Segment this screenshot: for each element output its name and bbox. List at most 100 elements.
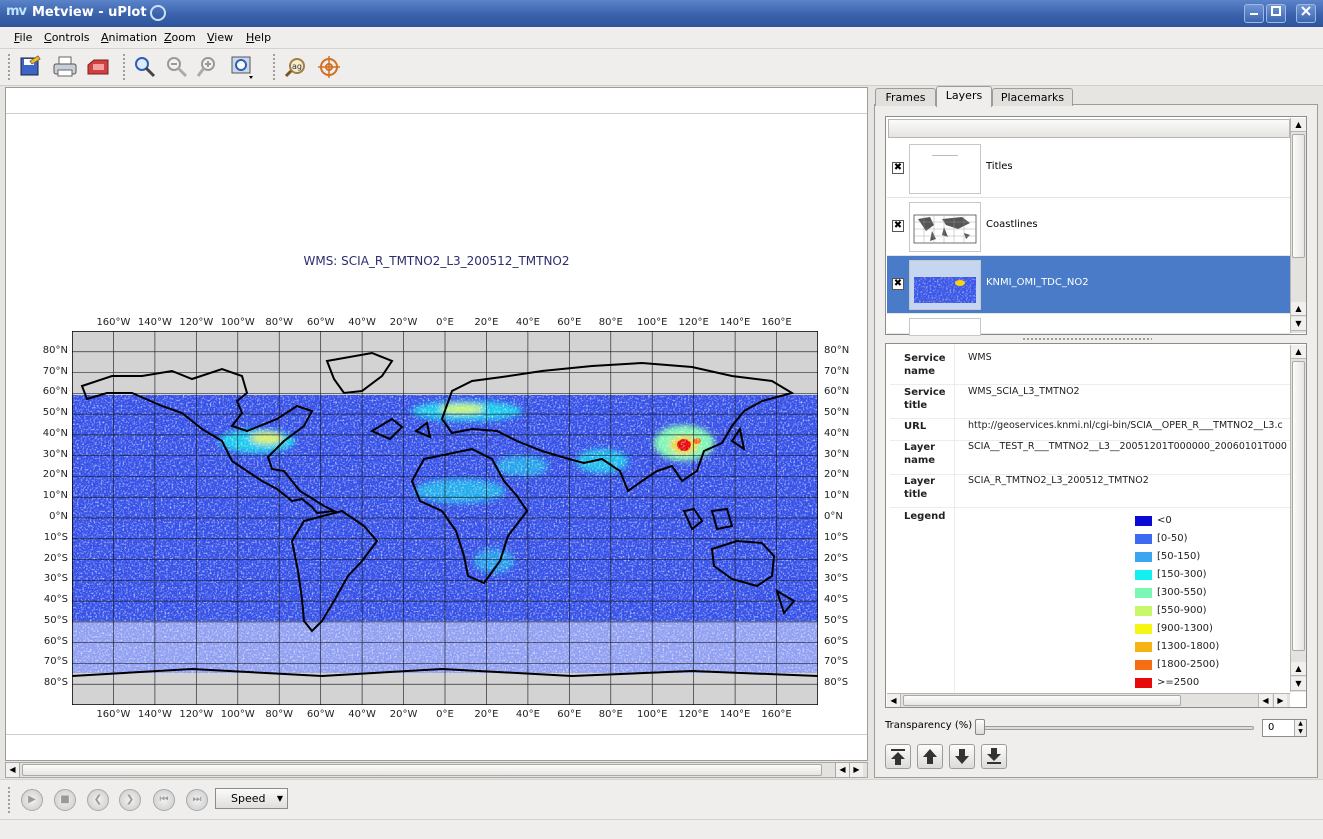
scroll-down-button[interactable]: ▼ bbox=[1291, 317, 1306, 331]
info-vertical-scrollbar[interactable]: ▲ ▲ ▼ bbox=[1290, 345, 1306, 692]
plot-view[interactable]: WMS: SCIA_R_TMTNO2_L3_200512_TMTNO2 160°… bbox=[5, 87, 868, 761]
world-map[interactable] bbox=[72, 331, 818, 705]
spin-up-button[interactable]: ▲ bbox=[1294, 720, 1306, 728]
scroll-right-button[interactable]: ▶ bbox=[849, 763, 863, 777]
transparency-slider-handle[interactable] bbox=[975, 719, 985, 735]
scroll-up-button[interactable]: ▲ bbox=[1291, 302, 1306, 316]
maximize-button[interactable] bbox=[1266, 4, 1286, 23]
save-button[interactable] bbox=[18, 55, 44, 79]
arrow-down-icon bbox=[955, 749, 969, 764]
scroll-down-button[interactable]: ▼ bbox=[1291, 677, 1306, 691]
lat-label-right: 80°N bbox=[824, 344, 850, 356]
transparency-spinbox[interactable]: 0 ▲ ▼ bbox=[1262, 719, 1307, 737]
title-bar: mv Metview - uPlot bbox=[0, 0, 1323, 27]
cursor-data-button[interactable] bbox=[317, 55, 343, 79]
scroll-left-button-2[interactable]: ◀ bbox=[835, 763, 849, 777]
arrow-up-icon bbox=[923, 749, 937, 764]
move-layer-top-button[interactable] bbox=[885, 744, 911, 769]
scroll-thumb[interactable] bbox=[1292, 134, 1305, 258]
menu-view[interactable]: View bbox=[207, 31, 233, 44]
toolbar-grip[interactable] bbox=[7, 786, 11, 814]
scroll-up-button[interactable]: ▲ bbox=[1291, 118, 1306, 132]
info-label: Service title bbox=[904, 387, 946, 411]
move-layer-down-button[interactable] bbox=[949, 744, 975, 769]
minimize-button[interactable] bbox=[1244, 4, 1264, 23]
lat-label-left: 50°N bbox=[42, 407, 68, 419]
layer-visible-checkbox[interactable]: ✖ bbox=[892, 162, 904, 174]
scroll-up-button[interactable]: ▲ bbox=[1291, 345, 1306, 359]
plot-horizontal-scrollbar[interactable]: ◀ ◀ ▶ bbox=[5, 762, 868, 778]
lat-label-right: 60°N bbox=[824, 386, 850, 398]
transparency-value: 0 bbox=[1268, 722, 1275, 733]
transparency-slider[interactable] bbox=[978, 726, 1254, 730]
menu-zoom[interactable]: Zoom bbox=[164, 31, 196, 44]
close-button[interactable] bbox=[1296, 4, 1316, 23]
layers-list: ✖ Titles ✖ Coastlines ✖ KNMI_OMI_TDC_NO2 bbox=[885, 116, 1307, 336]
menu-animation[interactable]: Animation bbox=[101, 31, 157, 44]
spin-down-button[interactable]: ▼ bbox=[1294, 728, 1306, 736]
scroll-left-button[interactable]: ◀ bbox=[887, 694, 901, 707]
keep-above-icon[interactable] bbox=[150, 5, 166, 21]
play-button[interactable]: ▶ bbox=[21, 789, 43, 811]
scroll-thumb[interactable] bbox=[22, 764, 822, 776]
layer-row-partial[interactable] bbox=[887, 314, 1290, 336]
move-bottom-icon bbox=[987, 748, 1001, 764]
dropdown-arrow-icon: ▼ bbox=[276, 794, 283, 803]
window-title: Metview - uPlot bbox=[32, 5, 147, 20]
previous-button[interactable]: ❮ bbox=[87, 789, 109, 811]
magnifier-icon: ag bbox=[284, 58, 305, 78]
lat-label-right: 10°S bbox=[824, 531, 849, 543]
menu-file[interactable]: File bbox=[14, 31, 32, 44]
layer-visible-checkbox[interactable]: ✖ bbox=[892, 220, 904, 232]
lat-label-right: 60°S bbox=[824, 635, 849, 647]
info-value: WMS bbox=[968, 352, 992, 363]
tab-placemarks[interactable]: Placemarks bbox=[992, 88, 1073, 106]
info-horizontal-scrollbar[interactable]: ◀ ◀ ▶ bbox=[887, 693, 1290, 707]
legend-swatch bbox=[1135, 606, 1152, 616]
lat-label-left: 60°S bbox=[43, 635, 68, 647]
scroll-up-button[interactable]: ▲ bbox=[1291, 662, 1306, 676]
layer-row-knmi-omi-tdc-no2[interactable]: ✖ KNMI_OMI_TDC_NO2 bbox=[887, 256, 1290, 314]
layer-row-coastlines[interactable]: ✖ Coastlines bbox=[887, 198, 1290, 256]
menu-help[interactable]: Help bbox=[246, 31, 271, 44]
last-frame-button[interactable]: ⏭ bbox=[186, 789, 208, 811]
lat-label-left: 10°N bbox=[42, 490, 68, 502]
print-button[interactable] bbox=[52, 55, 78, 79]
layer-visible-checkbox[interactable]: ✖ bbox=[892, 278, 904, 290]
speed-dropdown[interactable]: Speed ▼ bbox=[215, 788, 288, 809]
zoom-in-button[interactable] bbox=[196, 55, 223, 79]
move-layer-bottom-button[interactable] bbox=[981, 744, 1007, 769]
legend-label: >=2500 bbox=[1157, 677, 1200, 688]
layer-name: Coastlines bbox=[986, 219, 1038, 230]
info-value: WMS_SCIA_L3_TMTNO2 bbox=[968, 386, 1080, 397]
first-frame-button[interactable]: ⏮ bbox=[153, 789, 175, 811]
scroll-left-button[interactable]: ◀ bbox=[1258, 694, 1272, 707]
layer-row-titles[interactable]: ✖ Titles bbox=[887, 140, 1290, 198]
legend-swatch bbox=[1135, 642, 1152, 652]
tab-layers[interactable]: Layers bbox=[936, 86, 992, 107]
tab-frames[interactable]: Frames bbox=[875, 88, 936, 106]
plot-top-strip bbox=[6, 88, 867, 114]
legend-swatch bbox=[1135, 516, 1152, 526]
toolbar-grip[interactable] bbox=[7, 53, 11, 81]
toolbar-grip[interactable] bbox=[122, 53, 126, 81]
magnifier-button[interactable]: ag bbox=[284, 55, 310, 79]
zoom-button[interactable] bbox=[133, 55, 159, 79]
scroll-thumb[interactable] bbox=[903, 695, 1181, 706]
move-layer-up-button[interactable] bbox=[917, 744, 943, 769]
next-button[interactable]: ❯ bbox=[119, 789, 141, 811]
export-button[interactable] bbox=[86, 55, 112, 79]
panel-splitter[interactable] bbox=[1022, 337, 1152, 341]
scroll-left-button[interactable]: ◀ bbox=[6, 763, 20, 777]
lat-label-right: 70°N bbox=[824, 365, 850, 377]
scroll-right-button[interactable]: ▶ bbox=[1273, 694, 1287, 707]
zoom-out-button[interactable] bbox=[165, 55, 191, 79]
zoom-stack-button[interactable] bbox=[230, 55, 256, 79]
info-row-layer-name: Layer name SCIA__TEST_R___TMTNO2__L3__20… bbox=[890, 441, 1291, 475]
toolbar-grip[interactable] bbox=[272, 53, 276, 81]
layers-vertical-scrollbar[interactable]: ▲ ▲ ▼ bbox=[1290, 118, 1306, 333]
maximize-icon bbox=[1271, 6, 1281, 16]
scroll-thumb[interactable] bbox=[1292, 361, 1305, 651]
stop-button[interactable]: ■ bbox=[54, 789, 76, 811]
menu-controls[interactable]: Controls bbox=[44, 31, 90, 44]
